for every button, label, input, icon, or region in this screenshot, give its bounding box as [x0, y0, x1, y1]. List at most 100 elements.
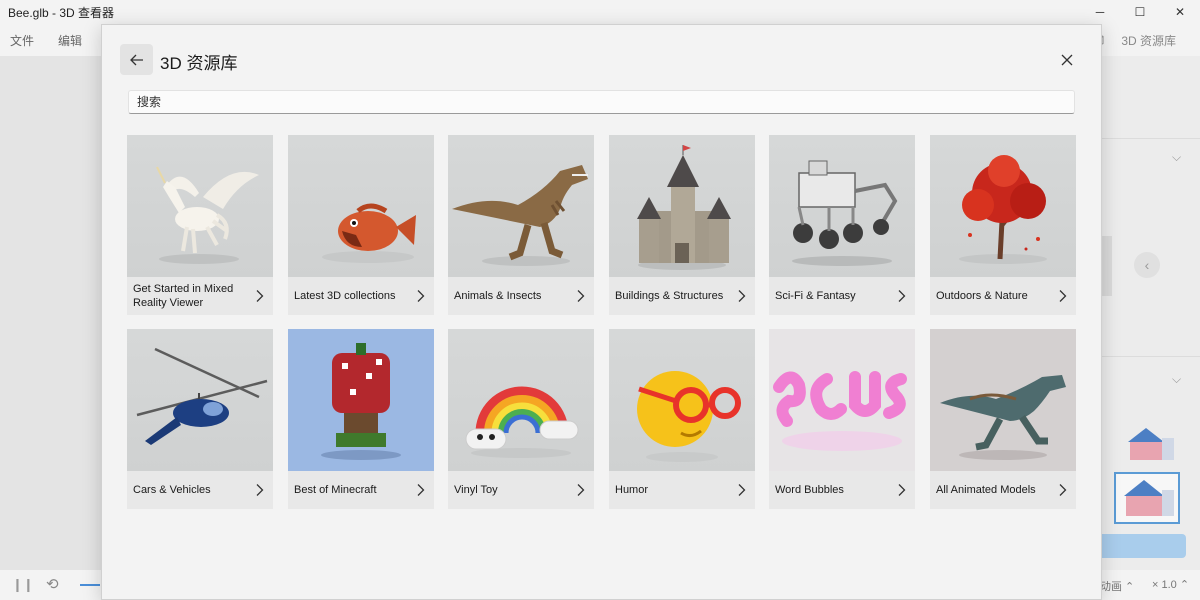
category-label: Sci-Fi & Fantasy [775, 290, 856, 302]
category-tile[interactable]: Outdoors & Nature [930, 135, 1076, 315]
rover-icon [792, 160, 898, 266]
category-thumbnail [127, 135, 273, 277]
panel-divider [1100, 138, 1200, 139]
environment-thumbnail-selected[interactable] [1114, 472, 1180, 524]
category-tile[interactable]: Best of Minecraft [288, 329, 434, 509]
fish-icon [322, 203, 416, 263]
menu-edit[interactable]: 编辑 [58, 32, 82, 49]
helicopter-icon [136, 347, 268, 445]
category-thumbnail [769, 135, 915, 277]
category-caption: Vinyl Toy [448, 471, 594, 509]
category-thumbnail [930, 135, 1076, 277]
title-bar: Bee.glb - 3D 查看器 ─ ☐ ✕ [0, 0, 1200, 24]
category-label: Humor [615, 484, 649, 496]
category-tile[interactable]: Latest 3D collections [288, 135, 434, 315]
category-tile[interactable]: All Animated Models [930, 329, 1076, 509]
category-label: All Animated Models [936, 484, 1036, 496]
category-caption: Word Bubbles [769, 471, 915, 509]
category-caption: Latest 3D collections [288, 277, 434, 315]
dialog-close-button[interactable] [1052, 47, 1082, 73]
animation-selector[interactable]: 动画 ⌃ [1100, 578, 1134, 594]
category-tile[interactable]: Get Started in Mixed Reality Viewer [127, 135, 273, 315]
category-thumbnail [769, 329, 915, 471]
3d-library-dialog: 3D 资源库 Get Started in Mixed Reality View… [101, 24, 1102, 600]
category-caption: Outdoors & Nature [930, 277, 1076, 315]
category-caption: Sci-Fi & Fantasy [769, 277, 915, 315]
category-caption: Get Started in Mixed Reality Viewer [127, 277, 273, 315]
red-tree-icon [959, 155, 1047, 264]
category-tile[interactable]: Cars & Vehicles [127, 329, 273, 509]
trex-icon [452, 165, 588, 266]
category-label: Best of Minecraft [294, 484, 377, 496]
category-label: Latest 3D collections [294, 290, 396, 302]
house-icon [1124, 480, 1174, 516]
category-tile[interactable]: Humor [609, 329, 755, 509]
castle-icon [637, 145, 731, 270]
loop-icon[interactable]: ⟲ [46, 575, 59, 593]
chevron-right-icon [577, 484, 585, 496]
category-label: Animals & Insects [454, 290, 542, 302]
panel-divider [1100, 356, 1200, 357]
category-caption: All Animated Models [930, 471, 1076, 509]
chevron-right-icon [256, 290, 264, 302]
chevron-down-icon[interactable]: ⌵ [1172, 372, 1181, 387]
library-button[interactable]: 3D 资源库 [1089, 24, 1190, 56]
animation-label: 动画 [1100, 581, 1122, 593]
category-tile[interactable]: Animals & Insects [448, 135, 594, 315]
category-thumbnail [930, 329, 1076, 471]
category-thumbnail [288, 135, 434, 277]
animated-dino-icon [930, 329, 1076, 471]
environment-thumbnail[interactable] [1118, 420, 1178, 466]
close-icon [1061, 54, 1073, 66]
minimize-button[interactable]: ─ [1080, 0, 1120, 24]
chevron-right-icon [417, 484, 425, 496]
category-tile[interactable]: Sci-Fi & Fantasy [769, 135, 915, 315]
library-button-label: 3D 资源库 [1121, 33, 1176, 48]
chevron-right-icon [1059, 484, 1067, 496]
chevron-right-icon [417, 290, 425, 302]
bubble-text-icon [769, 329, 915, 471]
house-icon [1128, 428, 1174, 460]
category-caption: Cars & Vehicles [127, 471, 273, 509]
maximize-button[interactable]: ☐ [1120, 0, 1160, 24]
window-title: Bee.glb - 3D 查看器 [8, 5, 115, 20]
search-input[interactable] [128, 90, 1075, 114]
category-thumbnail [609, 329, 755, 471]
chevron-right-icon [577, 290, 585, 302]
category-label: Get Started in Mixed Reality Viewer [133, 283, 234, 309]
category-thumbnail [288, 329, 434, 471]
pause-icon[interactable]: ❙❙ [12, 577, 34, 593]
chevron-right-icon [1059, 290, 1067, 302]
rainbow-icon [465, 386, 579, 458]
window-controls: ─ ☐ ✕ [1080, 0, 1200, 24]
category-thumbnail [127, 329, 273, 471]
category-tile[interactable]: Vinyl Toy [448, 329, 594, 509]
category-label: Vinyl Toy [454, 484, 498, 496]
category-label: Word Bubbles [775, 484, 844, 496]
category-caption: Best of Minecraft [288, 471, 434, 509]
category-tile[interactable]: Buildings & Structures [609, 135, 755, 315]
category-caption: Animals & Insects [448, 277, 594, 315]
window-close-button[interactable]: ✕ [1160, 0, 1200, 24]
chevron-down-icon[interactable]: ⌵ [1172, 150, 1181, 165]
category-thumbnail [609, 135, 755, 277]
chevron-left-icon[interactable]: ‹ [1134, 252, 1160, 278]
chevron-right-icon [256, 484, 264, 496]
panel-action-button[interactable] [1100, 534, 1186, 558]
chevron-right-icon [738, 290, 746, 302]
chevron-right-icon [738, 484, 746, 496]
category-caption: Humor [609, 471, 755, 509]
chevron-right-icon [898, 484, 906, 496]
pegasus-icon [156, 166, 259, 264]
category-label: Outdoors & Nature [936, 290, 1028, 302]
timeline-slider[interactable] [80, 584, 100, 586]
category-label: Cars & Vehicles [133, 484, 211, 496]
speed-selector[interactable]: × 1.0 ⌃ [1152, 578, 1189, 591]
back-button[interactable] [120, 44, 153, 75]
emoji-icon [637, 371, 741, 462]
speed-label: × 1.0 [1152, 579, 1177, 591]
menu-file[interactable]: 文件 [10, 32, 34, 49]
category-thumbnail [448, 329, 594, 471]
category-caption: Buildings & Structures [609, 277, 755, 315]
category-tile[interactable]: Word Bubbles [769, 329, 915, 509]
